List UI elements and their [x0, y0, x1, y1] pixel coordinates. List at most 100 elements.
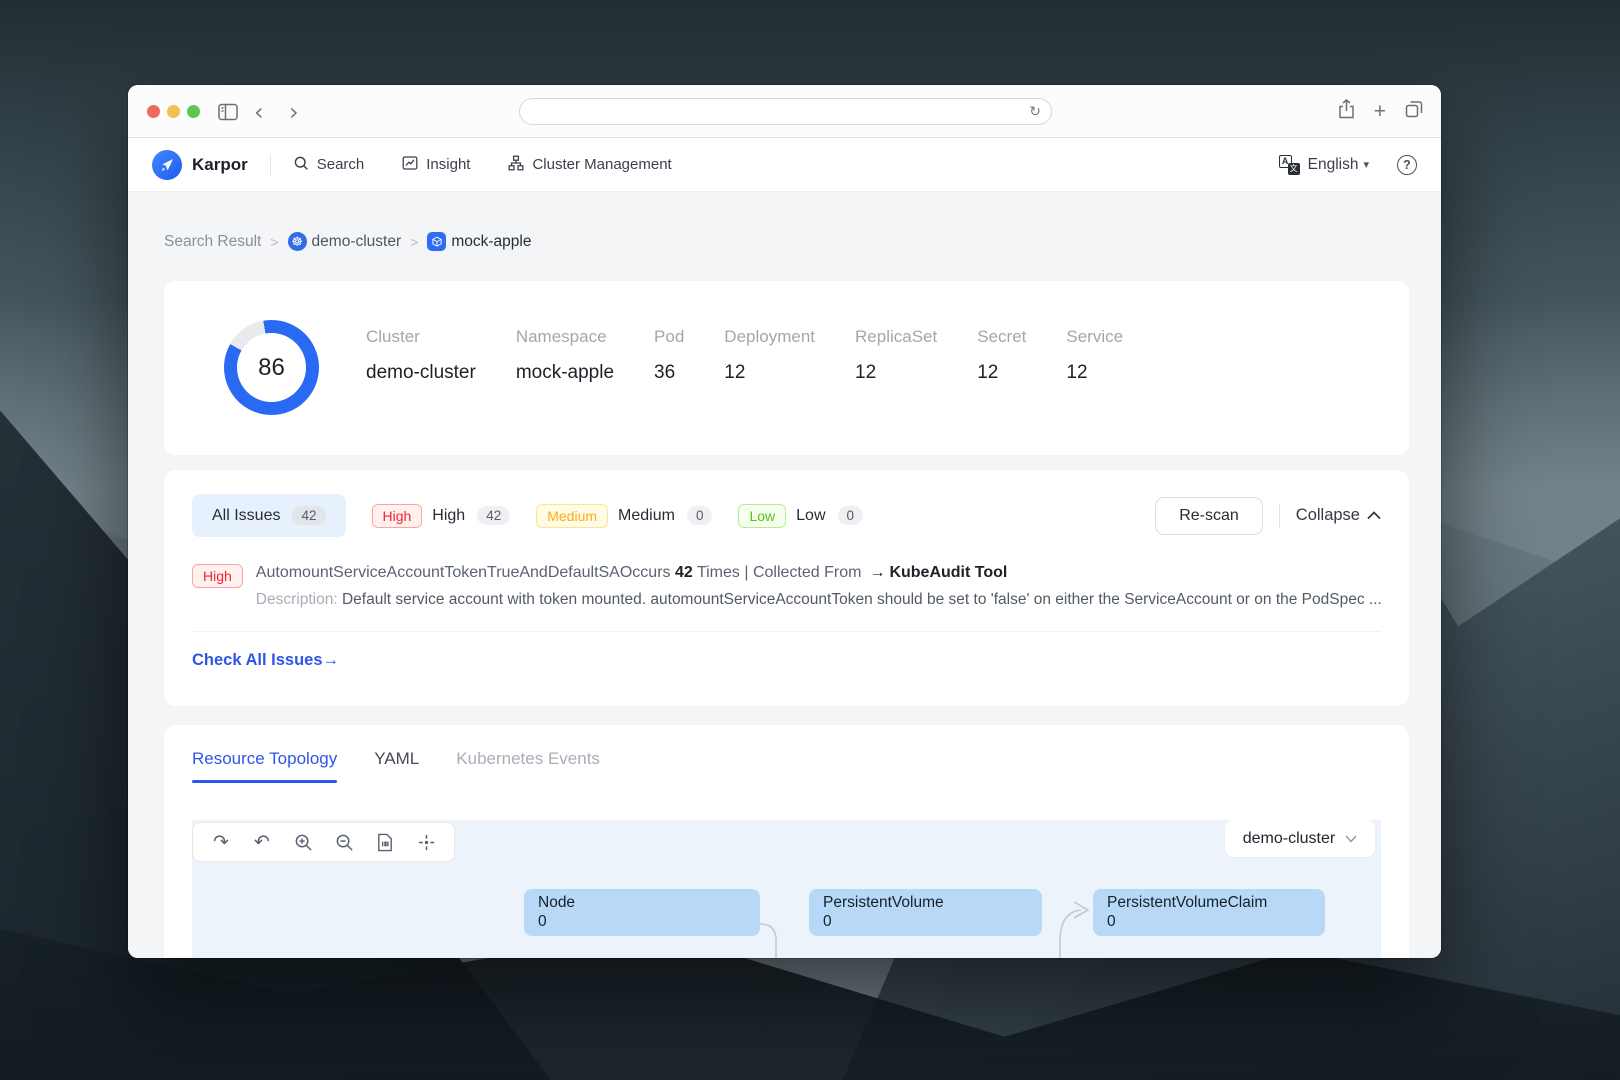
stat-cluster: Cluster demo-cluster: [366, 327, 476, 383]
nav-search[interactable]: Search: [293, 155, 365, 175]
zoom-in-icon[interactable]: [292, 831, 314, 853]
brand-name: Karpor: [192, 154, 248, 174]
issue-times-label: Times: [692, 564, 740, 581]
kubernetes-icon: ☸: [287, 232, 307, 251]
fit-view-icon[interactable]: [374, 831, 396, 853]
zoom-out-icon[interactable]: [333, 831, 355, 853]
breadcrumb-separator: >: [270, 233, 279, 250]
nav-search-label: Search: [316, 156, 365, 173]
breadcrumb: Search Result > ☸ demo-cluster > mock-ap…: [164, 232, 531, 251]
low-count-badge: 0: [837, 506, 864, 525]
toolbar-right: +: [1338, 85, 1423, 138]
tab-kubernetes-events[interactable]: Kubernetes Events: [456, 749, 600, 783]
nav-insight[interactable]: Insight: [402, 155, 470, 175]
medium-label: Medium: [618, 506, 675, 524]
stat-secret: Secret 12: [977, 327, 1027, 383]
stat-pod: Pod 36: [654, 327, 685, 383]
header-divider: [269, 154, 271, 175]
filter-all-issues[interactable]: All Issues 42: [192, 494, 346, 537]
stat-service: Service 12: [1066, 327, 1124, 383]
minimize-window-button[interactable]: [167, 105, 180, 118]
rescan-button[interactable]: Re-scan: [1155, 496, 1263, 535]
search-icon: [293, 155, 309, 175]
language-selector[interactable]: English: [1308, 156, 1359, 174]
nav-cluster-management-label: Cluster Management: [532, 156, 672, 173]
medium-severity-tag: Medium: [536, 503, 609, 528]
redo-icon[interactable]: ↷: [210, 831, 232, 853]
issue-title: AutomountServiceAccountTokenTrueAndDefau…: [255, 564, 620, 581]
browser-window: ‹ › ↻ + Karpor Search Insight Cluster Ma…: [128, 85, 1441, 958]
issue-item[interactable]: High AutomountServiceAccountTokenTrueAnd…: [192, 564, 1382, 609]
tab-overview-icon[interactable]: [1405, 100, 1423, 123]
arrow-right-icon: →: [322, 651, 340, 669]
undo-icon[interactable]: ↶: [251, 831, 273, 853]
tab-yaml[interactable]: YAML: [374, 749, 419, 783]
reload-icon[interactable]: ↻: [1029, 103, 1041, 120]
issue-separator: |: [739, 564, 753, 581]
health-score-value: 86: [258, 353, 285, 381]
close-window-button[interactable]: [147, 105, 160, 118]
issues-actions: Re-scan Collapse: [1155, 496, 1381, 535]
breadcrumb-cluster[interactable]: ☸ demo-cluster: [287, 232, 402, 251]
url-input[interactable]: [530, 99, 1030, 124]
issues-card: All Issues 42 High High 42 Medium Medium…: [164, 470, 1409, 706]
new-tab-icon[interactable]: +: [1374, 101, 1386, 122]
arrow-right-icon: →: [869, 564, 886, 581]
breadcrumb-separator2: >: [410, 233, 419, 250]
locate-center-icon[interactable]: [415, 831, 437, 853]
high-count-badge: 42: [477, 506, 511, 525]
back-button[interactable]: ‹: [254, 85, 264, 138]
actions-divider: [1278, 503, 1280, 528]
issue-title-line: AutomountServiceAccountTokenTrueAndDefau…: [256, 564, 1382, 582]
description-label: Description:: [255, 591, 342, 608]
issues-filter-row: All Issues 42 High High 42 Medium Medium…: [192, 494, 1381, 537]
collapse-toggle[interactable]: Collapse: [1296, 506, 1381, 525]
check-all-wrap: Check All Issues →: [192, 631, 1381, 670]
breadcrumb-cluster-label: demo-cluster: [311, 232, 402, 250]
low-severity-tag: Low: [738, 503, 787, 528]
issue-severity-tag: High: [192, 564, 243, 588]
chevron-down-icon: [1345, 830, 1357, 848]
karpor-logo-icon: [152, 149, 182, 180]
topology-node-node[interactable]: Node 0: [524, 889, 760, 936]
issue-occurs-count: 42: [674, 564, 693, 581]
breadcrumb-search-result[interactable]: Search Result: [164, 233, 261, 251]
check-all-issues-link[interactable]: Check All Issues →: [192, 651, 339, 670]
issue-description: Description: Default service account wit…: [256, 591, 1382, 609]
topology-canvas: ↷ ↶ demo-cluster Node 0 PersistentVolume…: [192, 820, 1381, 958]
forward-button[interactable]: ›: [289, 85, 299, 138]
stat-replicaset: ReplicaSet 12: [855, 327, 938, 383]
cluster-hierarchy-icon: [508, 155, 524, 175]
sidebar-toggle-icon[interactable]: [218, 85, 238, 138]
breadcrumb-resource-label: mock-apple: [451, 232, 532, 250]
share-icon[interactable]: [1338, 99, 1355, 124]
filter-high[interactable]: High High 42: [371, 503, 511, 528]
nav-cluster-management[interactable]: Cluster Management: [508, 155, 672, 175]
app-header: Karpor Search Insight Cluster Management…: [128, 138, 1441, 192]
cluster-selector-dropdown[interactable]: demo-cluster: [1225, 820, 1375, 857]
insight-chart-icon: [402, 155, 418, 175]
medium-count-badge: 0: [686, 506, 713, 525]
nav-insight-label: Insight: [426, 156, 471, 173]
filter-low[interactable]: Low Low 0: [738, 503, 864, 528]
window-controls: [147, 105, 200, 118]
stat-deployment: Deployment 12: [724, 327, 816, 383]
topology-node-persistentvolume[interactable]: PersistentVolume 0: [809, 889, 1042, 936]
topology-node-persistentvolumeclaim[interactable]: PersistentVolumeClaim 0: [1093, 889, 1325, 936]
help-icon[interactable]: ?: [1397, 154, 1417, 175]
address-bar[interactable]: ↻: [519, 98, 1052, 125]
high-severity-tag: High: [371, 503, 423, 528]
issue-source: KubeAudit Tool: [889, 564, 1008, 581]
language-caret-icon[interactable]: ▾: [1363, 158, 1369, 171]
summary-card: 86 Cluster demo-cluster Namespace mock-app…: [164, 281, 1409, 455]
low-label: Low: [796, 506, 826, 524]
zoom-window-button[interactable]: [187, 105, 200, 118]
tab-resource-topology[interactable]: Resource Topology: [192, 749, 338, 783]
issue-occurs-label: Occurs: [619, 564, 675, 581]
health-score-ring: 86: [224, 320, 319, 415]
filter-medium[interactable]: Medium Medium 0: [536, 503, 713, 528]
all-issues-count-badge: 42: [292, 506, 326, 525]
summary-stats: Cluster demo-cluster Namespace mock-apple …: [366, 327, 1123, 384]
stat-namespace: Namespace mock-apple: [515, 327, 615, 383]
breadcrumb-resource[interactable]: mock-apple: [427, 232, 531, 251]
